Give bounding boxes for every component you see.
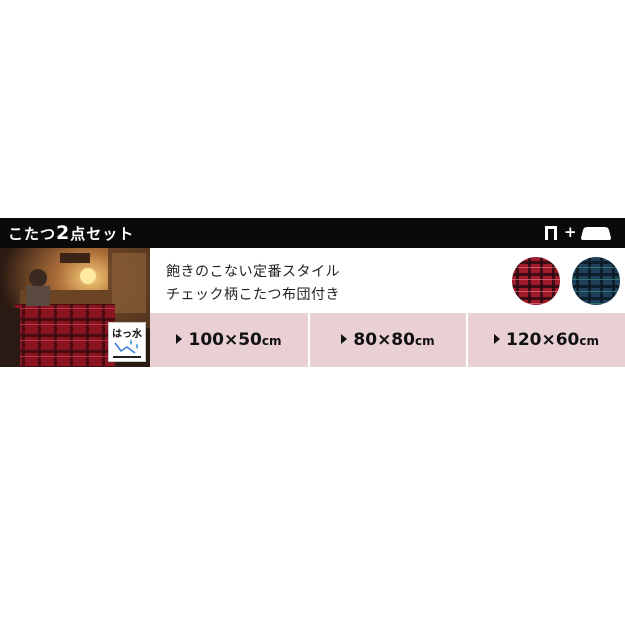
description-line-1: 飽きのこない定番スタイル	[166, 264, 340, 280]
size-unit: cm	[579, 334, 599, 348]
futon-icon	[581, 227, 611, 240]
size-option-80x80[interactable]: 80×80cm	[310, 313, 466, 367]
set-title: こたつ2点セット	[8, 218, 134, 248]
size-unit: cm	[414, 334, 435, 348]
description-area: 飽きのこない定番スタイル チェック柄こたつ布団付き	[150, 248, 625, 313]
size-unit: cm	[261, 334, 282, 348]
color-swatch-red[interactable]	[512, 257, 560, 305]
description-line-2: チェック柄こたつ布団付き	[166, 287, 340, 303]
triangle-right-icon	[493, 333, 500, 344]
color-swatch-blue[interactable]	[572, 257, 620, 305]
triangle-right-icon	[341, 333, 348, 344]
size-option-120x60[interactable]: 120×60cm	[468, 313, 625, 367]
water-repellent-icon	[113, 339, 141, 358]
size-options: 100×50cm 80×80cm 120×60cm	[150, 313, 625, 367]
title-number: 2	[56, 222, 71, 244]
plus-icon: +	[564, 223, 577, 241]
size-value: 120×60	[505, 330, 580, 350]
header-bar: こたつ2点セット +	[0, 218, 625, 248]
product-banner: こたつ2点セット + はっ水 飽きのこない定番スタイル チェック柄こたつ布団付き…	[0, 218, 625, 368]
kotatsu-table-icon	[545, 226, 557, 240]
product-photo: はっ水	[0, 248, 150, 367]
title-suffix: 点セット	[70, 225, 135, 243]
set-contents-icons: +	[545, 223, 615, 242]
size-option-100x50[interactable]: 100×50cm	[150, 313, 308, 367]
water-repellent-badge: はっ水	[108, 322, 146, 362]
triangle-right-icon	[176, 333, 183, 344]
size-value: 80×80	[353, 330, 415, 350]
title-prefix: こたつ	[8, 225, 57, 243]
size-value: 100×50	[188, 330, 262, 350]
